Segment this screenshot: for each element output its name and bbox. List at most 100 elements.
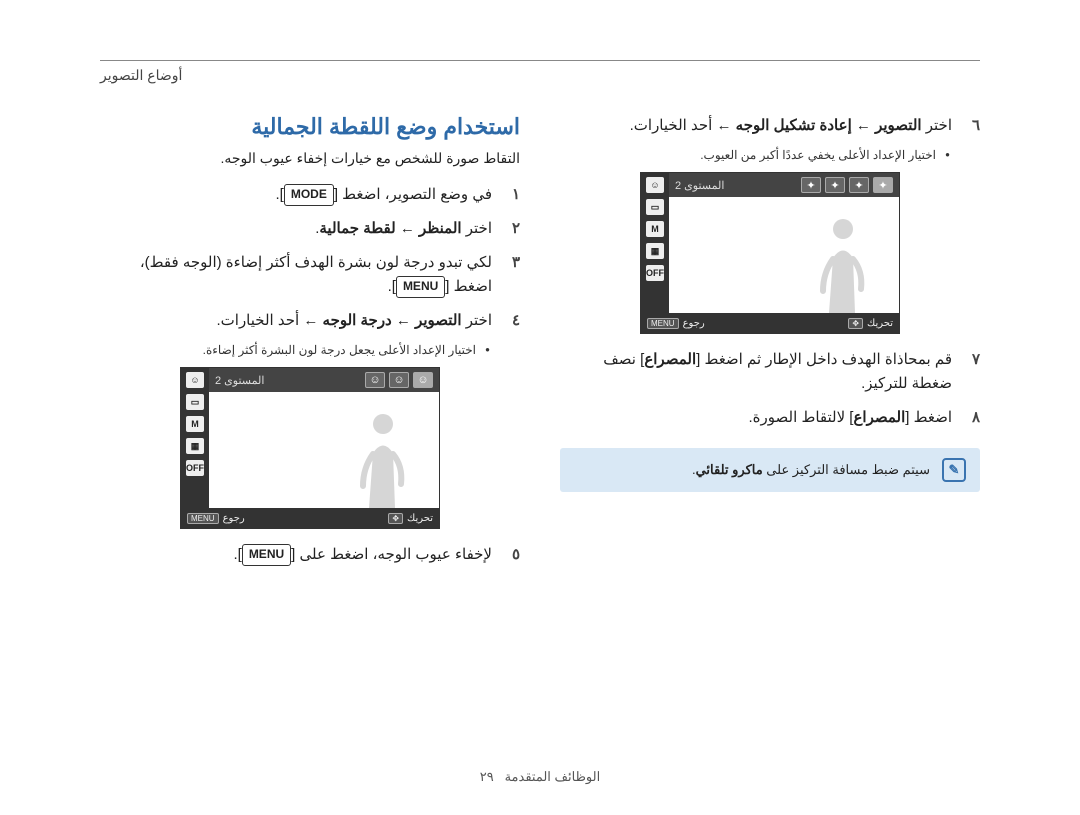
steps-right: ١ في وضع التصوير، اضغط [MODE]. ٢ اختر ال… — [100, 183, 520, 333]
right-column: استخدام وضع اللقطة الجمالية التقاط صورة … — [100, 114, 520, 577]
step-bold: المصراع — [644, 351, 696, 368]
step-text: اضغط [ — [445, 278, 492, 295]
step-2: ٢ اختر المنظر ← لقطة جمالية. — [100, 217, 520, 241]
screen-side-icons: ☺ ▭ M ▦ OFF — [641, 173, 669, 313]
step-text: اختر — [922, 117, 952, 134]
step-bold: المصراع — [853, 409, 905, 426]
step-num: ٦ — [962, 114, 980, 138]
step-num: ٤ — [502, 309, 520, 333]
header-rule — [100, 60, 980, 61]
mode-button: MODE — [284, 184, 334, 205]
step-bold: درجة الوجه — [323, 312, 392, 329]
step-4-note: اختيار الإعداد الأعلى يجعل درجة لون البش… — [100, 343, 490, 357]
side-icon: ▦ — [186, 438, 204, 454]
intro-text: التقاط صورة للشخص مع خيارات إخفاء عيوب ا… — [100, 150, 520, 167]
side-icon: ▭ — [646, 199, 664, 215]
step-text: ]. — [233, 546, 241, 563]
step-text: ]. — [388, 278, 396, 295]
step-text: قم بمحاذاة الهدف داخل الإطار ثم اضغط [ — [696, 351, 952, 368]
tab-icon: ☺ — [365, 372, 385, 388]
step-text: لكي تبدو درجة لون بشرة الهدف أكثر إضاءة … — [140, 254, 492, 271]
content-columns: استخدام وضع اللقطة الجمالية التقاط صورة … — [100, 114, 980, 577]
screen-bottombar: تحريك ✥ رجوع MENU — [181, 508, 439, 528]
tab-icon: ✦ — [849, 177, 869, 193]
step-5: ٥ لإخفاء عيوب الوجه، اضغط على [MENU]. — [100, 543, 520, 567]
move-label: تحريك — [867, 318, 893, 329]
step-num: ٨ — [962, 406, 980, 430]
camera-screen-right: ☺ ▭ M ▦ OFF ☺ ☺ ☺ المستوى 2 — [180, 367, 440, 529]
steps-right-cont: ٥ لإخفاء عيوب الوجه، اضغط على [MENU]. — [100, 543, 520, 567]
step-text: ← — [396, 220, 419, 237]
step-text: اختر — [462, 312, 492, 329]
note-text-part: سيتم ضبط مسافة التركيز على — [763, 462, 930, 477]
steps-left-cont: ٧ قم بمحاذاة الهدف داخل الإطار ثم اضغط [… — [560, 348, 980, 430]
person-silhouette-icon — [809, 213, 869, 313]
step-3: ٣ لكي تبدو درجة لون بشرة الهدف أكثر إضاء… — [100, 251, 520, 299]
step-1: ١ في وضع التصوير، اضغط [MODE]. — [100, 183, 520, 207]
screen-bottombar: تحريك ✥ رجوع MENU — [641, 313, 899, 333]
step-4: ٤ اختر التصوير ← درجة الوجه ← أحد الخيار… — [100, 309, 520, 333]
step-8: ٨ اضغط [المصراع] لالتقاط الصورة. — [560, 406, 980, 430]
step-text: ← — [392, 312, 415, 329]
person-silhouette-icon — [349, 408, 409, 508]
side-icon: ☺ — [186, 372, 204, 388]
step-num: ٢ — [502, 217, 520, 241]
step-text: في وضع التصوير، اضغط [ — [334, 186, 492, 203]
move-label: تحريك — [407, 513, 433, 524]
footer-label: الوظائف المتقدمة — [505, 769, 601, 784]
step-text: ]. — [275, 186, 283, 203]
page-footer: الوظائف المتقدمة ٢٩ — [0, 769, 1080, 785]
side-icon: M — [646, 221, 664, 237]
dpad-icon: ✥ — [388, 513, 403, 524]
step-text: اختر — [462, 220, 492, 237]
step-text: ← أحد الخيارات. — [216, 312, 322, 329]
step-num: ١ — [502, 183, 520, 207]
side-icon: ▭ — [186, 394, 204, 410]
step-num: ٥ — [502, 543, 520, 567]
screen-topbar: ☺ ☺ ☺ المستوى 2 — [209, 368, 439, 392]
footer-page: ٢٩ — [480, 769, 494, 784]
menu-mini-button: MENU — [647, 318, 679, 329]
level-label: المستوى 2 — [675, 179, 724, 192]
left-column: ٦ اختر التصوير ← إعادة تشكيل الوجه ← أحد… — [560, 114, 980, 577]
dpad-icon: ✥ — [848, 318, 863, 329]
header-section: أوضاع التصوير — [100, 67, 980, 84]
step-bold: المنظر — [419, 220, 462, 237]
note-text: سيتم ضبط مسافة التركيز على ماكرو تلقائي. — [692, 462, 930, 478]
tab-icon: ✦ — [873, 177, 893, 193]
menu-button: MENU — [242, 544, 291, 565]
step-num: ٣ — [502, 251, 520, 275]
step-6: ٦ اختر التصوير ← إعادة تشكيل الوجه ← أحد… — [560, 114, 980, 138]
screen-topbar: ✦ ✦ ✦ ✦ المستوى 2 — [669, 173, 899, 197]
step-bold: التصوير — [875, 117, 921, 134]
step-bold: لقطة جمالية — [319, 220, 395, 237]
step-text: لإخفاء عيوب الوجه، اضغط على [ — [291, 546, 492, 563]
side-icon: OFF — [186, 460, 204, 476]
back-label: رجوع — [223, 513, 245, 524]
step-7: ٧ قم بمحاذاة الهدف داخل الإطار ثم اضغط [… — [560, 348, 980, 396]
info-icon: ✎ — [942, 458, 966, 482]
tab-icon: ✦ — [801, 177, 821, 193]
page-title: استخدام وضع اللقطة الجمالية — [100, 114, 520, 140]
steps-left: ٦ اختر التصوير ← إعادة تشكيل الوجه ← أحد… — [560, 114, 980, 138]
step-num: ٧ — [962, 348, 980, 372]
side-icon: OFF — [646, 265, 664, 281]
screen-side-icons: ☺ ▭ M ▦ OFF — [181, 368, 209, 508]
level-label: المستوى 2 — [215, 374, 264, 387]
step-6-note: اختيار الإعداد الأعلى يخفي عددًا أكبر من… — [560, 148, 950, 162]
step-text: اضغط [ — [905, 409, 952, 426]
tab-icon: ☺ — [413, 372, 433, 388]
step-text: ] لالتقاط الصورة. — [749, 409, 854, 426]
step-text: ← أحد الخيارات. — [630, 117, 736, 134]
side-icon: M — [186, 416, 204, 432]
step-bold: إعادة تشكيل الوجه — [736, 117, 852, 134]
info-note: ✎ سيتم ضبط مسافة التركيز على ماكرو تلقائ… — [560, 448, 980, 492]
menu-button: MENU — [396, 276, 445, 297]
note-bold: ماكرو تلقائي — [696, 462, 763, 477]
step-text: ← — [852, 117, 875, 134]
menu-mini-button: MENU — [187, 513, 219, 524]
side-icon: ▦ — [646, 243, 664, 259]
back-label: رجوع — [683, 318, 705, 329]
tab-icon: ✦ — [825, 177, 845, 193]
step-bold: التصوير — [415, 312, 461, 329]
